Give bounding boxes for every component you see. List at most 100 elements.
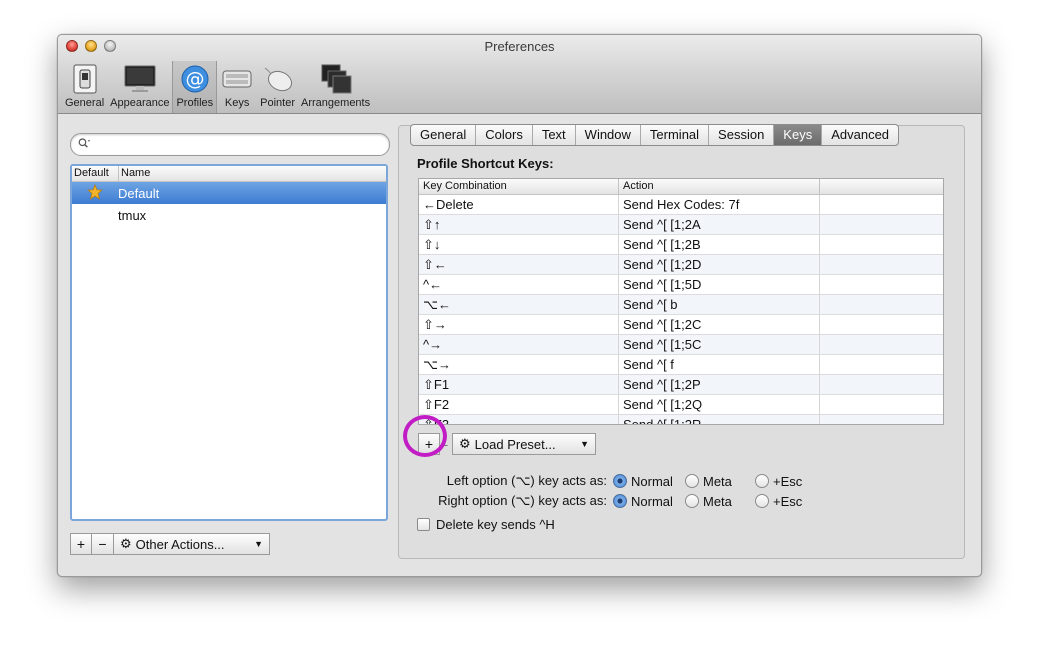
key-combination-cell: ^← [419,275,619,294]
radio-label-esc: +Esc [773,493,803,509]
column-key-combination[interactable]: Key Combination [419,179,619,194]
column-name[interactable]: Name [119,166,152,181]
star-icon[interactable] [72,183,118,203]
search-icon [78,138,91,148]
empty-cell [820,195,943,214]
column-empty [820,179,943,194]
remove-profile-button[interactable]: − [92,533,114,555]
left-option-normal-radio[interactable] [613,474,627,488]
table-row[interactable]: ^→ Send ^[ [1;5C [419,335,943,355]
toolbar-appearance-label: Appearance [110,97,170,109]
key-combination-cell: ⇧↑ [419,215,619,234]
switch-icon [68,63,102,95]
table-row[interactable]: ⇧↑ Send ^[ [1;2A [419,215,943,235]
table-row[interactable]: ⇧F2 Send ^[ [1;2Q [419,395,943,415]
radio-label-esc: +Esc [773,473,803,489]
table-row[interactable]: ⇧→ Send ^[ [1;2C [419,315,943,335]
right-option-normal-radio[interactable] [613,494,627,508]
window-title: Preferences [484,39,555,54]
left-option-esc-radio[interactable] [755,474,769,488]
toolbar-pointer-label: Pointer [260,97,296,109]
action-cell: Send ^[ [1;2Q [619,395,820,414]
toolbar-appearance[interactable]: Appearance [107,61,172,113]
toolbar-keys-label: Keys [224,97,250,109]
right-option-row: Right option (⌥) key acts as: Normal Met… [417,493,802,509]
key-combination-cell: ⇧F3 [419,415,619,424]
empty-cell [820,375,943,394]
key-combination-cell: ^→ [419,335,619,354]
tab-terminal[interactable]: Terminal [641,125,710,145]
toolbar-arrangements[interactable]: Arrangements [298,61,373,113]
action-cell: Send ^[ [1;2A [619,215,820,234]
load-preset-popup[interactable]: ⚙ Load Preset... ▼ [452,433,596,455]
toolbar-profiles-label: Profiles [176,97,214,109]
empty-cell [820,315,943,334]
toolbar-keys[interactable]: Keys [217,61,257,113]
tab-colors[interactable]: Colors [476,125,533,145]
key-combination-cell: ⇧↓ [419,235,619,254]
tab-text[interactable]: Text [533,125,576,145]
column-default[interactable]: Default [72,166,119,181]
toolbar: General Appearance @ Profiles Keys Point… [62,61,373,113]
empty-cell [820,355,943,374]
table-header: Key Combination Action [419,179,943,195]
tab-general[interactable]: General [411,125,477,145]
gear-icon: ⚙ [120,536,132,551]
table-row[interactable]: ←Delete Send Hex Codes: 7f [419,195,943,215]
profiles-pane: Default Name Default tmux + − ⚙ Other Ac… [70,133,392,555]
toolbar-general-label: General [65,97,105,109]
shortcut-keys-table[interactable]: Key Combination Action ←Delete Send Hex C… [418,178,944,425]
table-row[interactable]: ⇧F1 Send ^[ [1;2P [419,375,943,395]
profile-actions: + − ⚙ Other Actions... ▼ [70,533,270,555]
column-action[interactable]: Action [619,179,820,194]
windows-icon [319,63,353,95]
table-body: ←Delete Send Hex Codes: 7f ⇧↑ Send ^[ [1;2A… [419,195,943,424]
left-option-label: Left option (⌥) key acts as: [446,473,607,488]
profile-row-tmux[interactable]: tmux [72,204,386,226]
table-row[interactable]: ⇧F3 Send ^[ [1;2R [419,415,943,424]
empty-cell [820,295,943,314]
left-option-meta-radio[interactable] [685,474,699,488]
key-combination-cell: ⇧→ [419,315,619,334]
key-combination-cell: ⇧F1 [419,375,619,394]
key-combination-cell: ⇧← [419,255,619,274]
right-option-esc-radio[interactable] [755,494,769,508]
profile-settings-pane: General Colors Text Window Terminal Sess… [398,124,965,559]
profile-list-header: Default Name [72,166,386,182]
toolbar-general[interactable]: General [62,61,107,113]
action-cell: Send ^[ [1;2R [619,415,820,424]
empty-cell [820,275,943,294]
table-row[interactable]: ⇧← Send ^[ [1;2D [419,255,943,275]
tab-keys[interactable]: Keys [774,125,823,145]
other-actions-label: Other Actions... [135,536,225,552]
search-field[interactable] [70,133,390,156]
popup-arrow-icon: ▼ [580,439,589,449]
profile-list[interactable]: Default Name Default tmux [70,164,388,521]
add-profile-button[interactable]: + [70,533,92,555]
title-bar: Preferences General Appearance @ Profile… [58,35,981,114]
table-row[interactable]: ^← Send ^[ [1;5D [419,275,943,295]
right-option-meta-radio[interactable] [685,494,699,508]
toolbar-profiles[interactable]: @ Profiles [172,61,218,113]
key-combination-cell: ⇧F2 [419,395,619,414]
action-cell: Send ^[ [1;2B [619,235,820,254]
profile-row-default[interactable]: Default [72,182,386,204]
delete-sends-checkbox[interactable] [417,518,430,531]
profile-name: tmux [118,207,147,223]
key-combination-cell: ←Delete [419,195,619,214]
tab-advanced[interactable]: Advanced [822,125,898,145]
profile-name: Default [118,185,160,201]
table-row[interactable]: ⌥← Send ^[ b [419,295,943,315]
other-actions-popup[interactable]: ⚙ Other Actions... ▼ [114,533,270,555]
mouse-icon [261,63,295,95]
key-combination-cell: ⌥← [419,295,619,314]
popup-arrow-icon: ▼ [254,539,263,549]
toolbar-pointer[interactable]: Pointer [257,61,298,113]
action-cell: Send ^[ f [619,355,820,374]
table-row[interactable]: ⇧↓ Send ^[ [1;2B [419,235,943,255]
table-row[interactable]: ⌥→ Send ^[ f [419,355,943,375]
action-cell: Send ^[ b [619,295,820,314]
tab-session[interactable]: Session [709,125,775,145]
tab-window[interactable]: Window [576,125,641,145]
radio-label-normal: Normal [631,473,673,489]
